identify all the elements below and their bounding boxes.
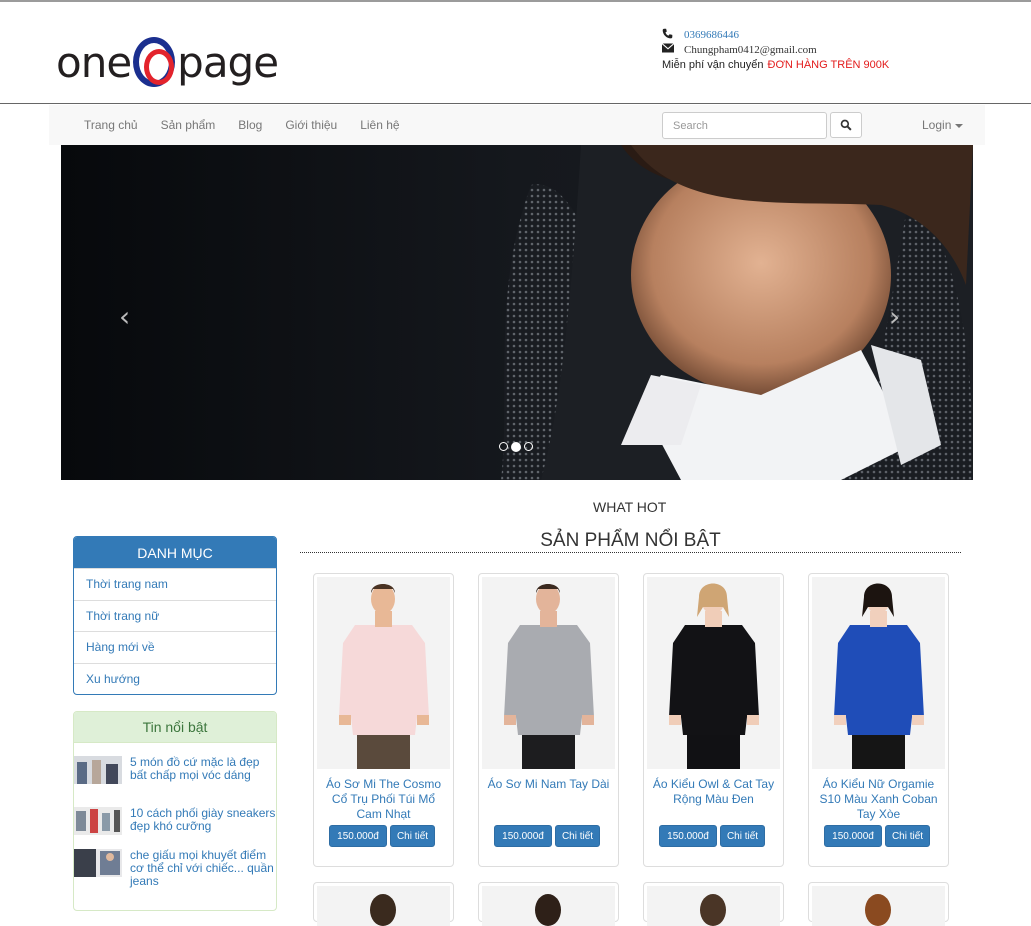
- news-thumbnail: [74, 807, 122, 835]
- main-navbar: Trang chủ Sản phẩm Blog Giới thiệu Liên …: [49, 105, 985, 145]
- category-item-women[interactable]: Thời trang nữ: [74, 599, 276, 632]
- nav-item-home[interactable]: Trang chủ: [84, 118, 138, 132]
- category-panel: DANH MỤC Thời trang nam Thời trang nữ Hà…: [73, 536, 277, 695]
- site-logo[interactable]: one page: [56, 32, 279, 92]
- price-button[interactable]: 150.000đ: [659, 825, 717, 847]
- product-image[interactable]: [812, 886, 945, 926]
- search-button[interactable]: [830, 112, 862, 138]
- product-image[interactable]: [317, 577, 450, 769]
- product-image[interactable]: [482, 886, 615, 926]
- email-address[interactable]: Chungpham0412@gmail.com: [684, 43, 817, 58]
- product-image[interactable]: [812, 577, 945, 769]
- shipping-prefix: Miễn phí vận chuyển: [662, 59, 764, 71]
- carousel-prev-icon[interactable]: ‹: [119, 300, 130, 333]
- hero-slide-image: [61, 145, 973, 480]
- featured-title: SẢN PHẨM NỔI BẬT: [540, 530, 721, 551]
- product-image[interactable]: [647, 886, 780, 926]
- product-card[interactable]: [478, 882, 619, 926]
- search-input[interactable]: Search: [662, 112, 827, 139]
- envelope-icon: [661, 43, 684, 58]
- nav-menu: Trang chủ Sản phẩm Blog Giới thiệu Liên …: [84, 105, 423, 145]
- carousel-next-icon[interactable]: ›: [889, 300, 900, 333]
- detail-button[interactable]: Chi tiết: [720, 825, 765, 847]
- product-card[interactable]: Áo Sơ Mi The Cosmo Cổ Trụ Phối Túi Mổ Ca…: [313, 573, 454, 867]
- product-name[interactable]: Áo Kiểu Nữ Orgamie S10 Màu Xanh Coban Ta…: [813, 777, 944, 822]
- site-header: one page 0369686446 Chungpham0412@gmail.…: [0, 2, 1031, 104]
- search-placeholder: Search: [673, 119, 708, 132]
- product-name[interactable]: Áo Sơ Mi The Cosmo Cổ Trụ Phối Túi Mổ Ca…: [318, 777, 449, 822]
- logo-text-left: one: [56, 37, 132, 87]
- product-card[interactable]: Áo Kiểu Nữ Orgamie S10 Màu Xanh Coban Ta…: [808, 573, 949, 867]
- detail-button[interactable]: Chi tiết: [885, 825, 930, 847]
- carousel-indicator[interactable]: [524, 442, 533, 451]
- price-button[interactable]: 150.000đ: [824, 825, 882, 847]
- news-item[interactable]: che giấu mọi khuyết điểm cơ thể chỉ với …: [74, 849, 276, 888]
- category-item-trend[interactable]: Xu hướng: [74, 662, 276, 695]
- product-image[interactable]: [317, 886, 450, 926]
- nav-item-about[interactable]: Giới thiệu: [285, 118, 337, 132]
- nav-item-blog[interactable]: Blog: [238, 118, 262, 132]
- news-heading: Tin nổi bật: [74, 712, 276, 743]
- nav-item-products[interactable]: Sản phẩm: [161, 118, 216, 132]
- product-card[interactable]: [643, 882, 784, 926]
- product-card[interactable]: Áo Kiểu Owl & Cat Tay Rộng Màu Đen 150.00…: [643, 573, 784, 867]
- product-name[interactable]: Áo Sơ Mi Nam Tay Dài: [483, 777, 614, 792]
- detail-button[interactable]: Chi tiết: [555, 825, 600, 847]
- product-card[interactable]: [808, 882, 949, 926]
- product-name[interactable]: Áo Kiểu Owl & Cat Tay Rộng Màu Đen: [648, 777, 779, 807]
- shipping-highlight: ĐƠN HÀNG TRÊN 900K: [767, 59, 890, 71]
- nav-item-contact[interactable]: Liên hệ: [360, 118, 399, 132]
- logo-target-icon: [133, 37, 176, 87]
- product-card[interactable]: [313, 882, 454, 926]
- carousel-indicators: [499, 442, 533, 452]
- news-title[interactable]: 10 cách phối giày sneakers đẹp khó cưỡng: [130, 807, 276, 835]
- news-panel: Tin nổi bật 5 món đồ cứ mặc là đẹp bất c…: [73, 711, 277, 911]
- carousel-indicator[interactable]: [499, 442, 508, 451]
- detail-button[interactable]: Chi tiết: [390, 825, 435, 847]
- phone-icon: [662, 28, 684, 44]
- product-card[interactable]: Áo Sơ Mi Nam Tay Dài 150.000đ Chi tiết: [478, 573, 619, 867]
- caret-down-icon: [955, 123, 964, 128]
- product-image[interactable]: [482, 577, 615, 769]
- news-thumbnail: [74, 756, 122, 784]
- news-thumbnail: [74, 849, 122, 877]
- price-button[interactable]: 150.000đ: [494, 825, 552, 847]
- news-title[interactable]: 5 món đồ cứ mặc là đẹp bất chấp mọi vóc …: [130, 756, 276, 784]
- carousel-indicator-active[interactable]: [511, 442, 521, 452]
- news-title[interactable]: che giấu mọi khuyết điểm cơ thể chỉ với …: [130, 849, 276, 888]
- login-label: Login: [922, 118, 952, 132]
- price-button[interactable]: 150.000đ: [329, 825, 387, 847]
- what-hot-label: WHAT HOT: [593, 499, 667, 515]
- news-item[interactable]: 5 món đồ cứ mặc là đẹp bất chấp mọi vóc …: [74, 756, 276, 784]
- hero-carousel: ‹ ›: [61, 145, 973, 480]
- login-dropdown[interactable]: Login: [922, 118, 964, 132]
- category-heading: DANH MỤC: [74, 537, 276, 568]
- logo-text-right: page: [177, 37, 279, 87]
- news-item[interactable]: 10 cách phối giày sneakers đẹp khó cưỡng: [74, 807, 276, 835]
- phone-number[interactable]: 0369686446: [684, 28, 739, 43]
- shipping-notice: Miễn phí vận chuyển ĐƠN HÀNG TRÊN 900K: [662, 58, 889, 73]
- product-image[interactable]: [647, 577, 780, 769]
- category-item-new[interactable]: Hàng mới về: [74, 631, 276, 663]
- contact-info: 0369686446 Chungpham0412@gmail.com Miễn …: [661, 28, 889, 73]
- category-item-men[interactable]: Thời trang nam: [74, 568, 276, 600]
- search-icon: [840, 119, 852, 131]
- featured-divider: [300, 552, 961, 553]
